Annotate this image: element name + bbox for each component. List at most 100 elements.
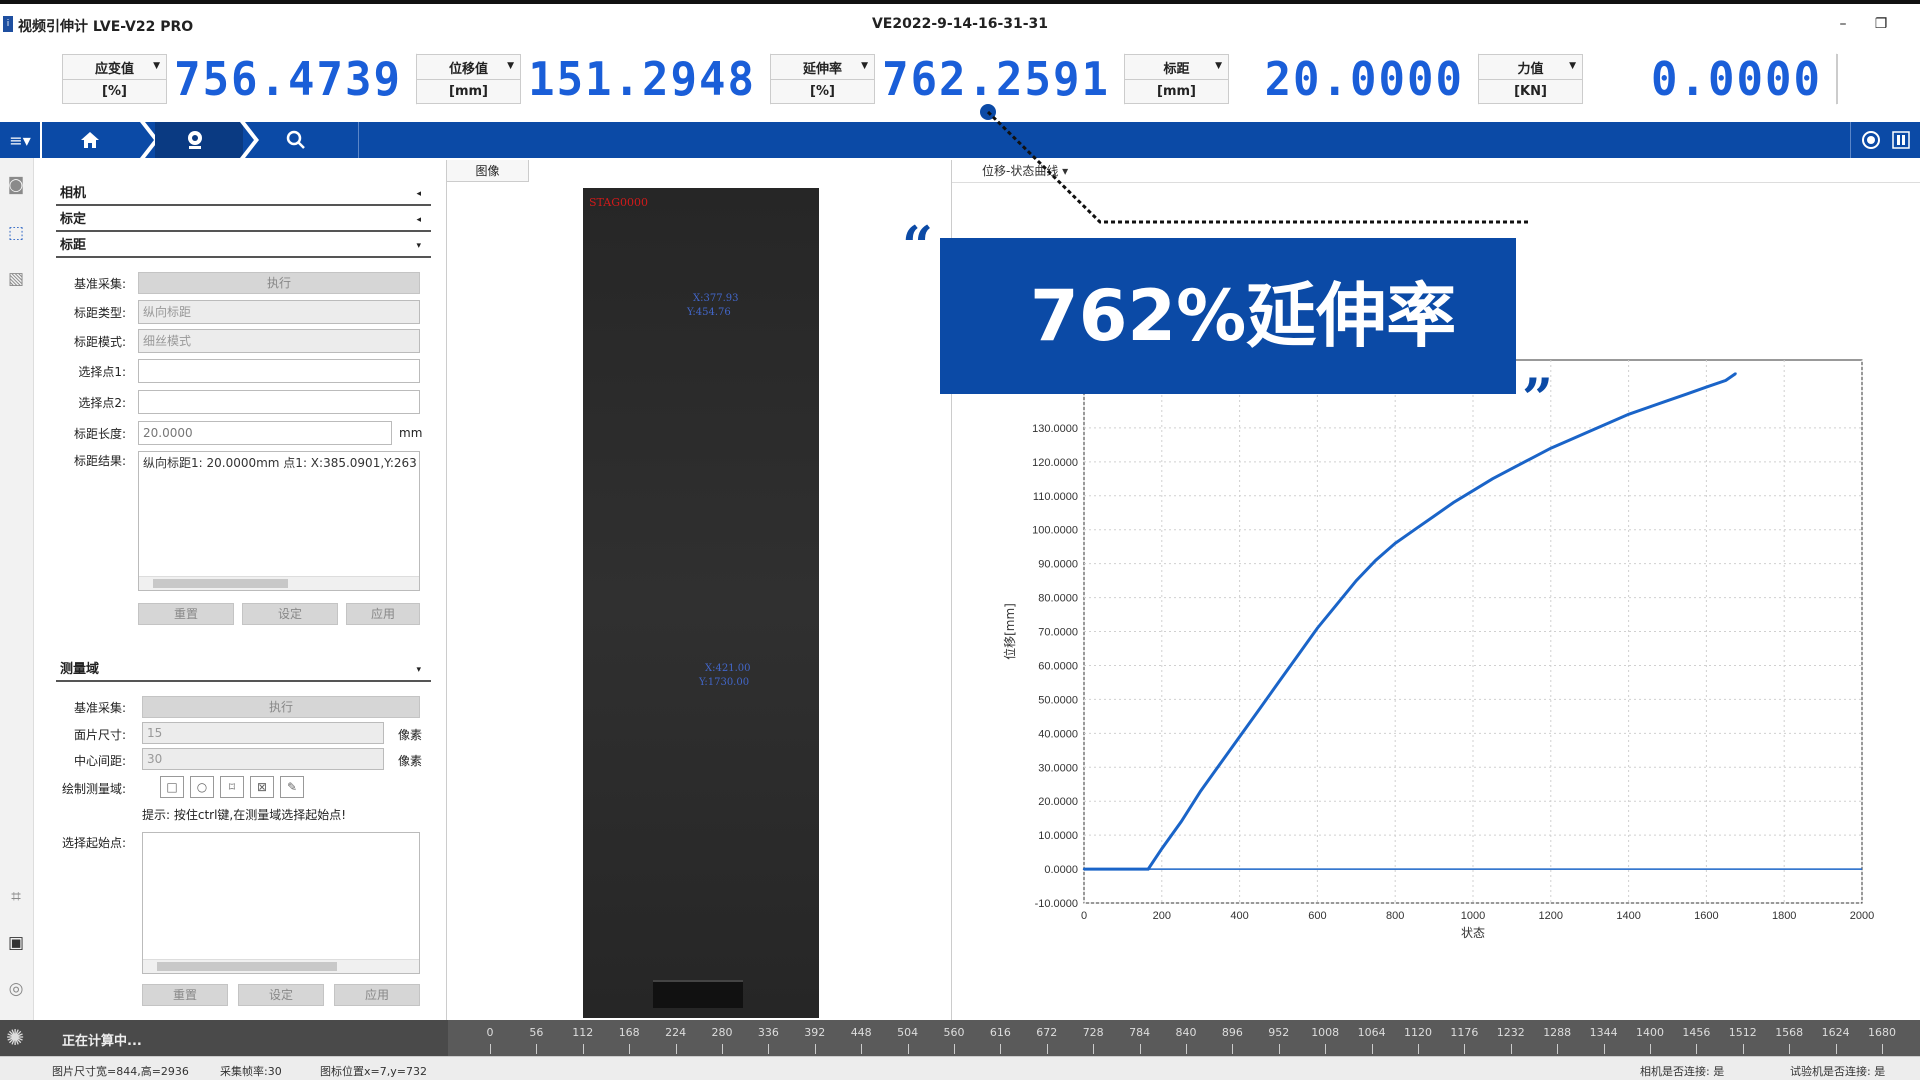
specimen-image[interactable]: STAG0000 X:377.93 Y:454.76 X:421.00 Y:17… <box>583 188 819 1018</box>
data-point <box>1218 762 1222 766</box>
timeline-tick <box>1557 1044 1559 1054</box>
frame-ruler[interactable]: 0 56 112 168 224 280 336 392 448 504 560 616 672 728 7… <box>448 1020 1920 1056</box>
data-point <box>1646 406 1650 409</box>
timeline-tick <box>629 1044 631 1054</box>
polygon-tool-icon[interactable]: ⌑ <box>220 776 244 798</box>
patch-size-spinner[interactable]: 15 <box>142 722 384 744</box>
gauge-mode-select[interactable]: 细丝模式 <box>138 329 420 353</box>
timeline-tick-label: 1288 <box>1543 1026 1572 1039</box>
timeline-tick-label: 392 <box>804 1026 826 1039</box>
measure-apply-button[interactable]: 应用 <box>334 984 420 1006</box>
data-point <box>1413 528 1416 531</box>
export-icon[interactable]: ▣ <box>5 932 27 954</box>
gauge-result-textarea[interactable]: 纵向标距1: 20.0000mm 点1: X:385.0901,Y:263 <box>138 451 420 591</box>
data-point <box>1180 820 1183 823</box>
settings-icon[interactable]: ◎ <box>5 978 27 1000</box>
y-tick-label: 50.0000 <box>1038 694 1078 706</box>
gauge-mode-value: 细丝模式 <box>143 334 192 348</box>
image-icon[interactable]: ▧ <box>5 268 27 290</box>
data-point <box>1666 399 1669 402</box>
gauge-length-input[interactable]: 20.0000 <box>138 421 392 445</box>
timeline-tick <box>1371 1044 1373 1054</box>
center-spacing-spinner[interactable]: 30 <box>142 748 384 770</box>
y-axis-label: 位移[mm] <box>1002 603 1017 660</box>
cursor-status: 图标位置x=7,y=732 <box>320 1065 427 1078</box>
x-tick-label: 1200 <box>1539 910 1563 922</box>
gauge-apply-button[interactable]: 应用 <box>346 603 420 625</box>
gauge-set-button[interactable]: 设定 <box>242 603 338 625</box>
y-tick-label: 90.0000 <box>1038 559 1078 571</box>
timeline-tick <box>1186 1044 1187 1054</box>
expand-arrow-icon: ▾ <box>416 665 421 675</box>
timeline-tick-label: 784 <box>1129 1026 1151 1039</box>
tester-connection-status: 试验机是否连接: 是 <box>1790 1065 1886 1078</box>
timeline-tick-label: 1008 <box>1311 1026 1340 1039</box>
scrollbar-thumb[interactable] <box>153 579 288 588</box>
timeline-tick <box>768 1044 770 1054</box>
timeline-tick-label: 224 <box>665 1026 687 1039</box>
data-point <box>1316 626 1319 630</box>
data-point <box>1335 603 1339 606</box>
result-scrollbar[interactable] <box>139 576 419 590</box>
start-point-textarea[interactable] <box>142 832 420 974</box>
timeline-tick <box>907 1044 909 1054</box>
timeline-tick <box>1789 1044 1791 1054</box>
point2-label: 选择点2: <box>78 396 126 410</box>
rect-tool-icon[interactable]: □ <box>160 776 184 798</box>
timeline-tick <box>1325 1044 1327 1054</box>
data-point <box>1257 708 1261 711</box>
data-point <box>1734 372 1737 375</box>
data-point <box>1724 379 1728 382</box>
draw-region-label: 绘制测量域: <box>61 782 126 796</box>
crop-icon[interactable]: ⌗ <box>5 886 27 908</box>
scrollbar-thumb[interactable] <box>157 962 337 971</box>
data-point <box>1627 413 1630 416</box>
timeline-tick-label: 840 <box>1175 1026 1197 1039</box>
timeline-tick-label: 728 <box>1082 1026 1104 1039</box>
gauge-type-select[interactable]: 纵向标距 <box>138 300 420 324</box>
measure-execute-button[interactable]: 执行 <box>142 696 420 718</box>
x-tick-label: 1000 <box>1461 910 1485 922</box>
timeline-tick <box>1742 1044 1744 1054</box>
marker-2-y: Y:1730.00 <box>699 677 750 688</box>
status-bar: 图片尺寸宽=844,高=2936 采集帧率:30 图标位置x=7,y=732 相… <box>0 1056 1920 1080</box>
x-tick-label: 1400 <box>1616 910 1640 922</box>
timeline-tick-label: 448 <box>850 1026 872 1039</box>
data-point <box>1082 867 1086 871</box>
patch-size-label: 面片尺寸: <box>73 728 126 742</box>
timeline-tick <box>1046 1044 1048 1054</box>
patch-size-unit: 像素 <box>398 728 423 742</box>
brush-tool-icon[interactable]: ✎ <box>280 776 304 798</box>
data-point <box>1705 385 1708 389</box>
timeline-tick <box>1650 1044 1651 1054</box>
x-tick-label: 1600 <box>1694 910 1718 922</box>
measure-reset-button[interactable]: 重置 <box>142 984 228 1006</box>
open-quote: “ <box>902 214 934 278</box>
measure-base-label: 基准采集: <box>73 701 126 715</box>
center-spacing-unit: 像素 <box>398 754 423 768</box>
gauge-result-value: 纵向标距1: 20.0000mm 点1: X:385.0901,Y:263 <box>143 456 417 470</box>
marker-2-x: X:421.00 <box>705 663 751 674</box>
section-measure[interactable]: 测量域 ▾ <box>56 658 431 682</box>
circle-tool-icon[interactable]: ○ <box>190 776 214 798</box>
section-measure-title: 测量域 <box>60 662 100 677</box>
app-window: i 视频引伸计 LVE-V22 PRO VE2022-9-14-16-31-31… <box>0 0 1920 1080</box>
start-point-label: 选择起始点: <box>61 836 126 850</box>
gauge-execute-button[interactable]: 执行 <box>138 272 420 294</box>
delete-tool-icon[interactable]: ⊠ <box>250 776 274 798</box>
measure-set-button[interactable]: 设定 <box>238 984 324 1006</box>
data-point <box>1296 654 1300 657</box>
gauge-reset-button[interactable]: 重置 <box>138 603 234 625</box>
timeline-tick-label: 1568 <box>1775 1026 1804 1039</box>
gauge-length-unit: mm <box>399 426 423 440</box>
timeline-tick <box>1882 1044 1883 1054</box>
sun-icon: ✺ <box>6 1026 25 1051</box>
timeline-tick <box>1093 1044 1095 1054</box>
point2-input[interactable] <box>138 390 420 414</box>
y-tick-label: 20.0000 <box>1038 796 1078 808</box>
point1-input[interactable] <box>138 359 420 383</box>
y-tick-label: 70.0000 <box>1038 627 1078 639</box>
gauge-length-label: 标距长度: <box>73 427 126 441</box>
start-point-scrollbar[interactable] <box>143 959 419 973</box>
image-pane: 图像 STAG0000 X:377.93 Y:454.76 X:421.00 Y… <box>446 160 952 1020</box>
